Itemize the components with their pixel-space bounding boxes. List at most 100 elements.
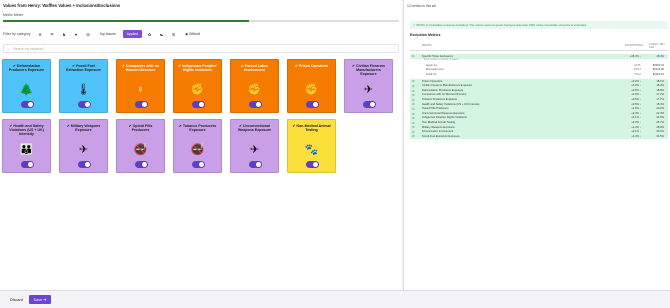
peace-filter-icon[interactable]: ☮ <box>84 30 93 38</box>
list-filter-icon[interactable]: ☰ <box>169 30 178 38</box>
metric-name: Unconventional Weapons Exposure <box>422 111 465 115</box>
value-toggle[interactable] <box>306 161 319 168</box>
search-icon: ⌕ <box>7 46 10 52</box>
paw-icon: 🐾 <box>304 144 319 156</box>
knight-filter-icon[interactable]: ♞ <box>60 30 69 38</box>
exclusion-table: METRIC EXCEPTIONAL CUMUL. NET CAP ⊘ Speci… <box>410 42 668 139</box>
exclusion-alert: ✓ 58.5% of investable universe excluded.… <box>410 21 668 29</box>
value-toggle[interactable] <box>21 101 34 108</box>
tree-icon: 🌲 <box>19 84 34 96</box>
exceptional-value: +0.4% ↓ <box>631 93 641 97</box>
value-card[interactable]: ✔ Civilian Firearms Manufacturers Exposu… <box>344 59 393 113</box>
toggle-knob <box>256 162 261 167</box>
exclusions-panel: 12 metrics in this set ✓ 58.5% of invest… <box>403 0 670 290</box>
value-card[interactable]: ✔ Fossil Fuel Extraction Exposure 🌡 <box>59 59 108 113</box>
value-card-title: ✔ Opioid Pills Producers <box>128 124 153 132</box>
value-card[interactable]: ✔ Non-Medical Animal Testing 🐾 <box>287 119 336 173</box>
cumulative-value: 30.0% <box>656 130 664 134</box>
value-card-title: ✔ Prison Operators <box>294 64 329 68</box>
filter-bar: Filter by category ❄ ☂ ♞ ♥ ☮ Top Issues … <box>3 29 204 39</box>
value-card-title: ✔ Fossil Fuel Extraction Exposure <box>66 64 101 72</box>
value-card[interactable]: ✔ Tobacco Producers Exposure 🚭 <box>173 119 222 173</box>
value-toggle[interactable] <box>21 161 34 168</box>
applied-filter[interactable]: Applied <box>122 30 143 38</box>
cumulative-value: 22.4% <box>656 111 664 115</box>
difficult-filter[interactable]: ◉ Difficult <box>181 30 204 38</box>
value-cards-grid: ✔ Deforestation Producers Exposure 🌲 ✔ Fos… <box>2 59 400 173</box>
value-toggle[interactable] <box>249 161 262 168</box>
cumulative-value: 18.1% <box>656 79 664 83</box>
toggle-knob <box>199 162 204 167</box>
value-toggle[interactable] <box>135 101 148 108</box>
yin-yang-filter-icon[interactable]: ☯ <box>157 30 166 38</box>
value-card[interactable]: ✔ Deforestation Producers Exposure 🌲 <box>2 59 51 113</box>
metric-name: Companies with no Women Directors <box>422 93 467 97</box>
value-card-title: ✔ Health and Safety Violations (US + UK)… <box>9 124 44 136</box>
flower-filter-icon[interactable]: ✿ <box>145 30 154 38</box>
raised-fist-icon: ✊ <box>247 84 262 96</box>
value-toggle[interactable] <box>249 101 262 108</box>
thermometer-icon: 🌡 <box>76 84 91 96</box>
value-toggle[interactable] <box>363 101 376 108</box>
filter-label: Filter by category <box>3 32 31 36</box>
exceptional-value: +0.5% ↓ <box>631 88 641 92</box>
exceptional-value: +18.4% ↓ <box>629 54 641 58</box>
metrics-count: 12 metrics in this set <box>407 4 437 8</box>
airplane-icon: ✈ <box>249 144 260 156</box>
cumulative-value: 34.5% <box>656 134 664 138</box>
heart-filter-icon[interactable]: ♥ <box>72 30 81 38</box>
snowflake-filter-icon[interactable]: ❄ <box>36 30 45 38</box>
search-input[interactable]: ⌕ Search by keyword <box>3 44 399 53</box>
metric-name: Non-Medical Animal Testing <box>422 120 456 124</box>
metric-name: Microsoft Corp <box>426 68 444 72</box>
value-toggle[interactable] <box>306 101 319 108</box>
value-toggle[interactable] <box>78 161 91 168</box>
metric-meter-label: Metric Meter <box>3 13 23 17</box>
metric-name: Civilian Firearms Manufacturers Exposure <box>422 84 473 88</box>
value-card[interactable]: ✔ Companies with no Women Directors ♀ <box>116 59 165 113</box>
metric-name: Tobacco Producers Exposure <box>422 97 458 101</box>
no-smoking-icon: 🚭 <box>190 144 205 156</box>
value-card[interactable]: ✔ Opioid Pills Producers 🚭 <box>116 119 165 173</box>
value-card[interactable]: ✔ Health and Safety Violations (US + UK)… <box>2 119 51 173</box>
toggle-knob <box>142 102 147 107</box>
table-row[interactable]: ⊘ Fossil Fuel Extraction Exposure +4.4% ↓ 3… <box>410 134 668 139</box>
value-toggle[interactable] <box>192 161 205 168</box>
cumulative-value: 20.2% <box>656 107 664 111</box>
value-card[interactable]: ✔ Prison Operators ✊ <box>287 59 336 113</box>
cumulative-value: 24.6% <box>656 116 664 120</box>
metric-name: Health and Safety Violations (US + UK) I… <box>422 102 480 106</box>
exceptional-value: +0.3% ↓ <box>631 84 641 88</box>
top-issues-filter[interactable]: Top Issues <box>96 30 120 38</box>
table-row[interactable]: Tesla Inc. TSLA $1024.10 <box>410 72 668 77</box>
exclusion-metrics-heading: Exclusion Metrics <box>410 33 441 37</box>
save-button[interactable]: Save ➔ <box>29 295 51 304</box>
raised-fist-icon: ✊ <box>190 84 205 96</box>
exceptional-value: +2.3% ↓ <box>631 111 641 115</box>
umbrella-filter-icon[interactable]: ☂ <box>48 30 57 38</box>
exclude-toggle-icon[interactable]: ⊘ <box>412 134 415 138</box>
value-toggle[interactable] <box>192 101 205 108</box>
cumulative-value: 18.4% <box>656 54 664 58</box>
col-cumulative: CUMUL. NET CAP <box>649 43 665 49</box>
exceptional-value: +4.4% ↓ <box>631 134 641 138</box>
exceptional-value: +0.5% ↓ <box>631 102 641 106</box>
toggle-knob <box>199 102 204 107</box>
cumulative-value: 18.6% <box>656 88 664 92</box>
value-toggle[interactable] <box>78 101 91 108</box>
difficult-label: Difficult <box>189 32 201 36</box>
value-card-title: ✔ Indigenous Peoples' Rights Violations <box>178 64 217 72</box>
value-card[interactable]: ✔ Indigenous Peoples' Rights Violations ✊ <box>173 59 222 113</box>
col-metric: METRIC <box>422 44 432 47</box>
metric-name: Specific Ticker Exclusions <box>422 54 453 58</box>
value-toggle[interactable] <box>135 161 148 168</box>
value-card[interactable]: ✔ Unconventional Weapons Exposure ✈ <box>230 119 279 173</box>
value-card[interactable]: ✔ Forced Labor Involvement ✊ <box>230 59 279 113</box>
cumulative-value: 18.4% <box>656 102 664 106</box>
toggle-knob <box>28 162 33 167</box>
metric-name: Apple Inc. <box>426 63 438 67</box>
discard-button[interactable]: Discard <box>6 295 27 304</box>
raised-fist-icon: ✊ <box>304 84 319 96</box>
toggle-knob <box>370 102 375 107</box>
value-card[interactable]: ✔ Military Weapons Exposure ✈ <box>59 119 108 173</box>
